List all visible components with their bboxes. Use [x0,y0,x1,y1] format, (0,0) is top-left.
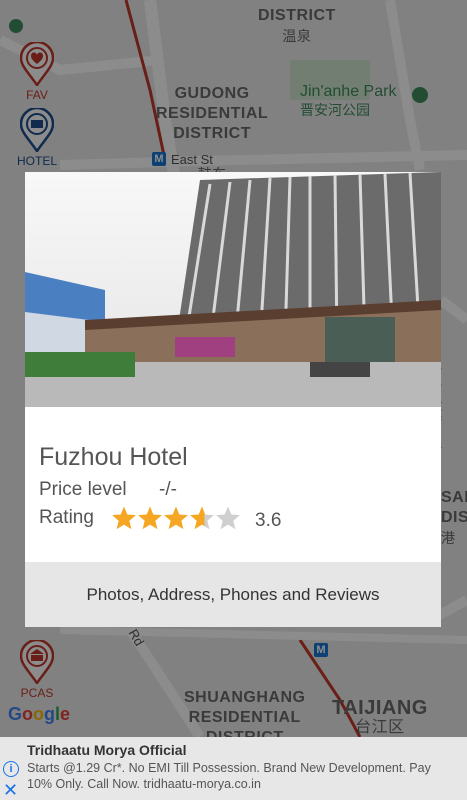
hotel-photo[interactable] [25,172,441,407]
price-value: -/- [159,479,177,500]
price-label: Price level [39,479,127,500]
ad-banner[interactable]: Tridhaatu Morya Official Starts @1.29 Cr… [0,737,467,800]
rating-stars [111,506,246,532]
ad-body[interactable]: Starts @1.29 Cr*. No EMI Till Possession… [27,760,457,792]
star-icon [190,506,214,530]
rating-value: 3.6 [255,510,282,531]
hotel-name: Fuzhou Hotel [39,443,188,471]
ad-title[interactable]: Tridhaatu Morya Official [27,742,186,758]
info-icon[interactable]: i [3,761,19,777]
close-icon[interactable]: ✕ [3,781,18,799]
star-icon [164,506,188,530]
star-icon [112,506,136,530]
rating-label: Rating [39,507,94,528]
star-icon [138,506,162,530]
details-button[interactable]: Photos, Address, Phones and Reviews [25,562,441,627]
star-rating-graphic [112,506,240,530]
star-icon [216,506,240,530]
hotel-dialog: Fuzhou Hotel Price level -/- Rating 3.6 … [25,172,441,627]
